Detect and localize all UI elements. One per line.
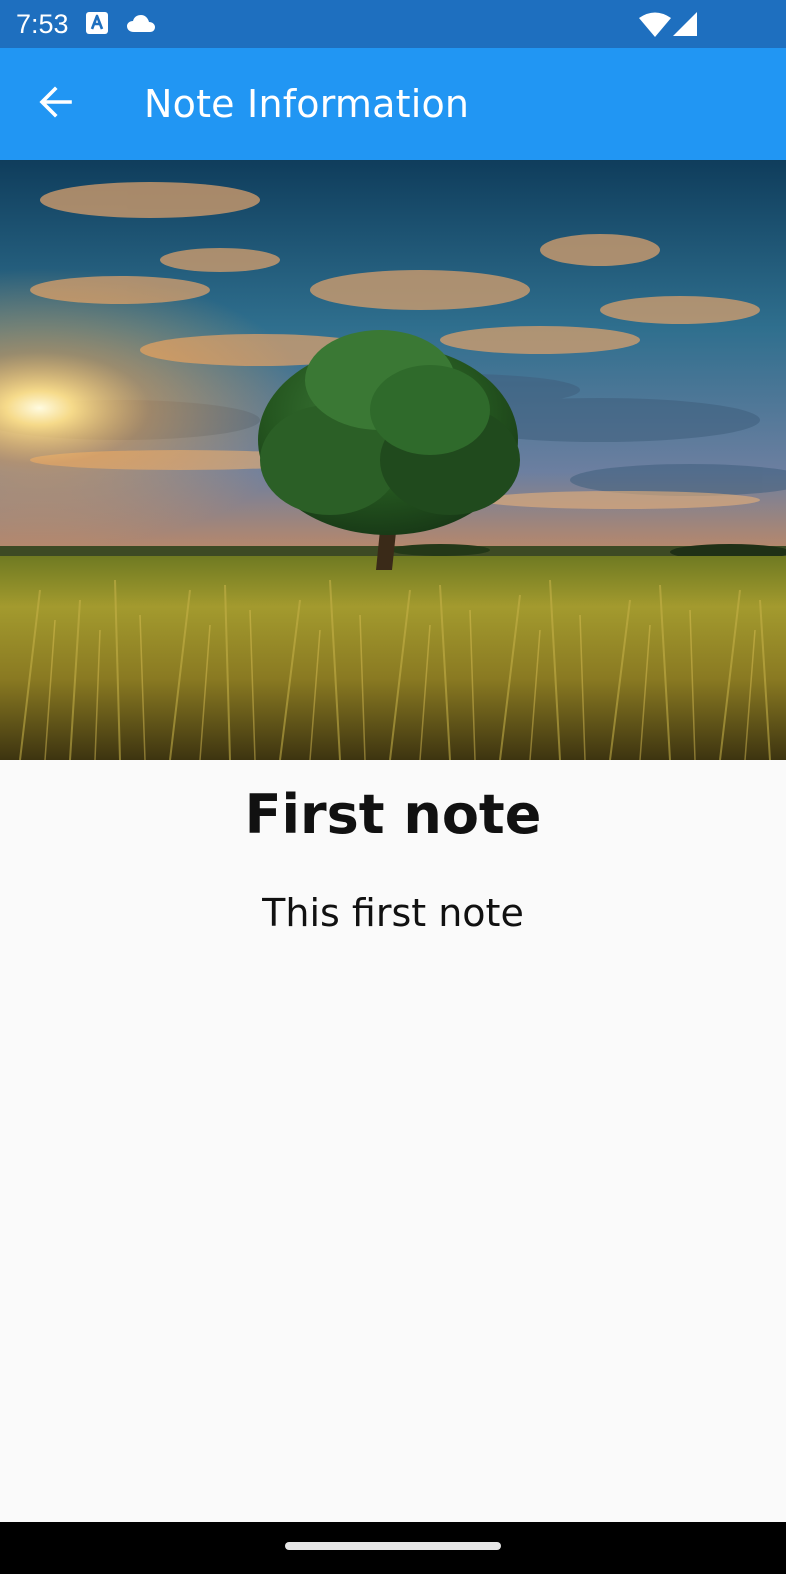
status-bar: 7:53 — [0, 0, 786, 48]
accessibility-a-icon — [86, 12, 108, 41]
wifi-icon — [638, 12, 672, 43]
note-image — [0, 160, 786, 760]
back-button[interactable] — [24, 72, 88, 136]
app-bar: Note Information — [0, 48, 786, 160]
navigation-bar — [0, 1522, 786, 1574]
status-time: 7:53 — [16, 9, 69, 39]
page-title: Note Information — [144, 82, 470, 126]
cell-signal-icon — [672, 11, 698, 42]
home-gesture-handle[interactable] — [285, 1542, 501, 1550]
note-title: First note — [244, 783, 542, 846]
cloud-icon — [126, 14, 156, 39]
note-body: This first note — [262, 891, 524, 935]
arrow-back-icon — [38, 84, 74, 125]
